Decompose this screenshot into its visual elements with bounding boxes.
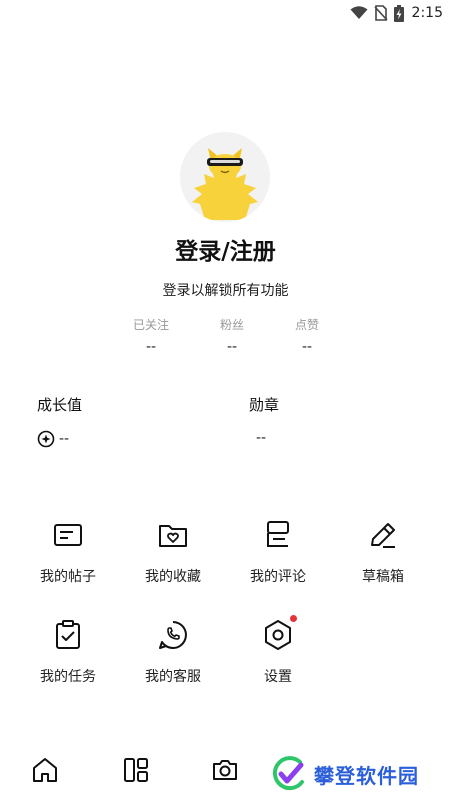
settings-icon-wrap — [261, 615, 297, 652]
post-icon — [54, 524, 82, 546]
grid-label: 我的收藏 — [145, 569, 201, 585]
grid-item-my-posts[interactable]: 我的帖子 — [18, 518, 118, 586]
grid-item-my-favorites[interactable]: 我的收藏 — [123, 518, 223, 586]
pencil-icon — [371, 523, 395, 548]
medal-value: -- — [256, 430, 267, 446]
stat-label: 已关注 — [132, 318, 169, 332]
favorite-folder-icon — [159, 525, 187, 547]
grid-label: 设置 — [264, 669, 292, 685]
status-bar: 2:15 — [0, 0, 451, 26]
settings-hexagon-icon — [265, 620, 291, 650]
medal-label[interactable]: 勋章 — [249, 394, 279, 415]
stat-value: -- — [145, 339, 157, 355]
stat-value: -- — [226, 339, 238, 355]
login-subtitle: 登录以解锁所有功能 — [162, 283, 289, 299]
layout-icon[interactable] — [121, 755, 151, 785]
medal-value-row: -- — [256, 430, 266, 446]
phone-chat-icon — [159, 621, 187, 650]
watermark: 攀登软件园 — [268, 754, 419, 794]
mascot-avatar-image — [192, 148, 258, 220]
watermark-text: 攀登软件园 — [314, 763, 419, 788]
stat-label: 粉丝 — [219, 318, 244, 332]
stat-value: -- — [301, 339, 313, 355]
stat-followers[interactable]: 粉丝 -- — [192, 316, 272, 355]
home-icon[interactable] — [30, 755, 60, 785]
task-clipboard-icon — [56, 620, 80, 649]
battery-charging-icon — [393, 4, 404, 22]
camera-icon[interactable] — [210, 755, 240, 785]
status-icons: 2:15 — [350, 3, 443, 23]
status-time: 2:15 — [411, 5, 443, 21]
no-sim-icon — [373, 5, 388, 21]
grid-label: 我的客服 — [145, 669, 201, 685]
avatar[interactable] — [180, 132, 270, 222]
grid-item-my-tasks[interactable]: 我的任务 — [18, 618, 118, 686]
grid-item-customer-service[interactable]: 我的客服 — [123, 618, 223, 686]
grid-item-drafts[interactable]: 草稿箱 — [333, 518, 433, 586]
wifi-icon — [350, 6, 368, 19]
growth-value-row: -- — [37, 430, 69, 448]
growth-value: -- — [59, 431, 70, 447]
growth-star-icon — [37, 430, 55, 448]
grid-label: 我的评论 — [250, 569, 306, 585]
notification-dot — [290, 615, 297, 622]
login-register-title[interactable]: 登录/注册 — [0, 232, 451, 266]
grid-item-my-comments[interactable]: 我的评论 — [228, 518, 328, 586]
watermark-logo-icon — [272, 756, 304, 791]
comment-icon — [267, 521, 289, 547]
stat-following[interactable]: 已关注 -- — [111, 316, 191, 355]
stat-label: 点赞 — [294, 318, 319, 332]
grid-label: 草稿箱 — [362, 569, 404, 585]
grid-label: 我的帖子 — [40, 569, 96, 585]
growth-value-label[interactable]: 成长值 — [37, 394, 82, 415]
stat-likes[interactable]: 点赞 -- — [267, 316, 347, 355]
grid-item-settings[interactable]: 设置 — [228, 615, 328, 686]
grid-label: 我的任务 — [40, 669, 96, 685]
